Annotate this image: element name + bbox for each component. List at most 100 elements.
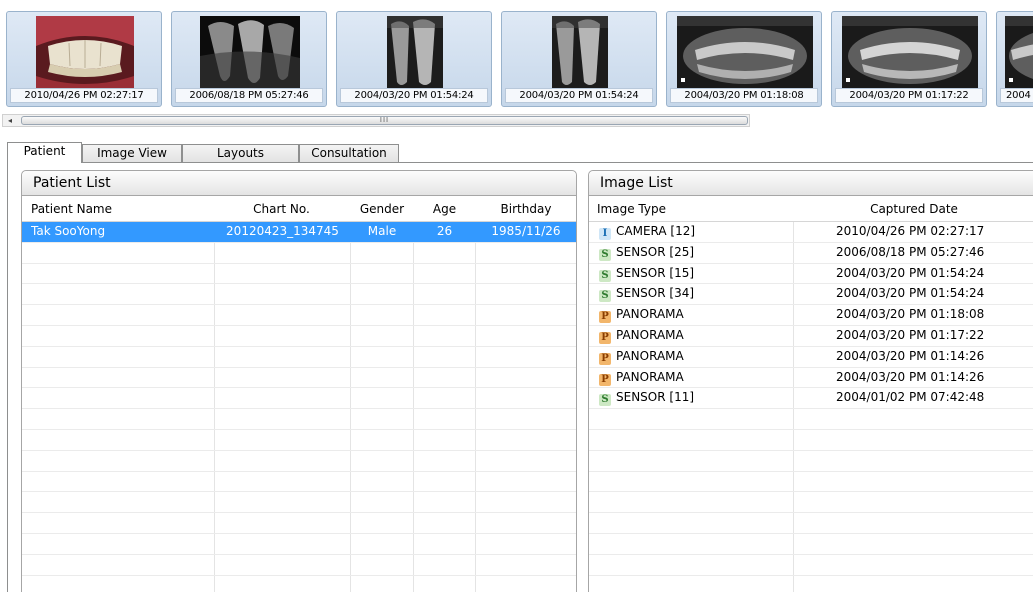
list-item[interactable]: S SENSOR [34] 2004/03/20 PM 01:54:24 [589,284,1033,306]
list-item[interactable]: S SENSOR [25] 2006/08/18 PM 05:27:46 [589,243,1033,264]
table-row[interactable]: Tak SooYong 20120423_134745 Male 26 1985… [22,222,576,243]
empty-row [589,409,1033,430]
patient-list-panel: Patient List Patient Name Chart No. Gend… [21,170,577,592]
empty-row [22,513,576,534]
cell-image-type: I CAMERA [12] [599,222,789,242]
column-header-birthday[interactable]: Birthday [476,196,576,222]
list-item[interactable]: I CAMERA [12] 2010/04/26 PM 02:27:17 [589,222,1033,243]
column-header-age[interactable]: Age [414,196,475,222]
scroll-left-arrow-icon[interactable]: ◂ [3,115,17,126]
image-type-badge-icon: S [599,290,611,303]
list-item[interactable]: P PANORAMA 2004/03/20 PM 01:14:26 [589,368,1033,389]
column-header-gender[interactable]: Gender [351,196,413,222]
cell-captured-date: 2004/03/20 PM 01:14:26 [836,348,985,363]
thumbnail-scrollbar[interactable]: ◂ III [2,114,750,127]
image-type-badge-icon: P [599,352,611,365]
thumbnail[interactable]: 2006/08/18 PM 05:27:46 [171,11,327,107]
tab-divider [7,162,1033,163]
thumbnail-strip: 2010/04/26 PM 02:27:17 2006/08/18 PM 05:… [0,0,1033,114]
empty-row [22,388,576,410]
cell-image-type: S SENSOR [34] [599,284,789,304]
cell-image-type: S SENSOR [25] [599,243,789,263]
cell-image-type: S SENSOR [15] [599,264,789,284]
image-list-panel: Image List Image Type Captured Date I CAM… [588,170,1033,592]
frame-border [7,162,8,592]
patient-list-header: Patient Name Chart No. Gender Age Birthd… [22,196,576,222]
empty-row [22,409,576,430]
column-header-image-type[interactable]: Image Type [597,196,666,222]
empty-row [589,513,1033,534]
image-type-label: SENSOR [11] [616,390,695,405]
image-type-badge-icon: S [599,248,611,261]
cell-captured-date: 2004/03/20 PM 01:18:08 [836,307,985,322]
cell-chart-no: 20120423_134745 [226,224,339,238]
list-item[interactable]: P PANORAMA 2004/03/20 PM 01:17:22 [589,326,1033,347]
empty-row [589,492,1033,514]
cell-gender: Male [367,224,397,238]
empty-row [22,305,576,326]
empty-row [22,472,576,493]
image-type-badge-icon: S [599,269,611,282]
column-header-chart-no[interactable]: Chart No. [214,196,349,222]
xray-sensor-icon [200,16,300,90]
empty-row [22,555,576,576]
tab-layouts[interactable]: Layouts [182,144,299,163]
camera-photo-icon [36,16,134,90]
image-type-label: SENSOR [25] [616,244,695,259]
empty-row [589,534,1033,555]
empty-row [22,534,576,555]
cell-age: 26 [436,224,453,238]
column-header-patient-name[interactable]: Patient Name [31,196,112,222]
thumbnail[interactable]: 2004 [996,11,1033,107]
empty-row [589,576,1033,592]
image-type-label: PANORAMA [616,327,684,342]
cell-captured-date: 2004/01/02 PM 07:42:48 [836,390,985,405]
column-header-captured-date[interactable]: Captured Date [794,196,1033,222]
thumbnail[interactable]: 2004/03/20 PM 01:54:24 [336,11,492,107]
empty-row [589,472,1033,493]
cell-captured-date: 2004/03/20 PM 01:54:24 [836,265,985,280]
image-type-label: CAMERA [12] [616,224,696,238]
thumbnail[interactable]: 2004/03/20 PM 01:54:24 [501,11,657,107]
image-type-badge-icon: I [599,228,611,240]
xray-panorama-icon [677,16,813,90]
cell-captured-date: 2004/03/20 PM 01:17:22 [836,327,985,342]
image-list-body: I CAMERA [12] 2010/04/26 PM 02:27:17 S SENSO… [589,222,1033,592]
empty-row [22,430,576,451]
thumbnail-date-label: 2004 [1000,88,1033,103]
empty-row [22,284,576,306]
thumbnail-date-label: 2004/03/20 PM 01:54:24 [505,88,653,103]
image-list-title: Image List [589,171,1033,196]
thumbnail-date-label: 2006/08/18 PM 05:27:46 [175,88,323,103]
cell-patient-name: Tak SooYong [31,224,106,238]
image-type-label: PANORAMA [616,307,684,322]
thumbnail[interactable]: 2004/03/20 PM 01:17:22 [831,11,987,107]
list-item[interactable]: P PANORAMA 2004/03/20 PM 01:18:08 [589,305,1033,326]
image-type-badge-icon: P [599,311,611,324]
tab-consultation[interactable]: Consultation [299,144,399,163]
empty-row [22,326,576,347]
patient-list-body: Tak SooYong 20120423_134745 Male 26 1985… [22,222,576,592]
scrollbar-thumb[interactable]: III [21,116,748,125]
cell-captured-date: 2006/08/18 PM 05:27:46 [836,244,985,259]
list-item[interactable]: S SENSOR [15] 2004/03/20 PM 01:54:24 [589,264,1033,285]
empty-row [22,264,576,285]
empty-row [589,555,1033,576]
xray-sensor-icon [387,16,443,90]
thumbnail-date-label: 2004/03/20 PM 01:54:24 [340,88,488,103]
thumbnail[interactable]: 2010/04/26 PM 02:27:17 [6,11,162,107]
list-item[interactable]: P PANORAMA 2004/03/20 PM 01:14:26 [589,347,1033,368]
empty-row [22,451,576,472]
tab-patient[interactable]: Patient [7,142,82,163]
empty-row [589,430,1033,451]
list-item[interactable]: S SENSOR [11] 2004/01/02 PM 07:42:48 [589,388,1033,410]
cell-image-type: P PANORAMA [599,368,789,388]
thumbnail-date-label: 2010/04/26 PM 02:27:17 [10,88,158,103]
image-list-header: Image Type Captured Date [589,196,1033,222]
cell-captured-date: 2004/03/20 PM 01:14:26 [836,369,985,384]
xray-sensor-icon [552,16,608,90]
thumbnail[interactable]: 2004/03/20 PM 01:18:08 [666,11,822,107]
empty-row [22,576,576,592]
patient-list-title: Patient List [22,171,576,196]
tab-image-view[interactable]: Image View [82,144,182,163]
